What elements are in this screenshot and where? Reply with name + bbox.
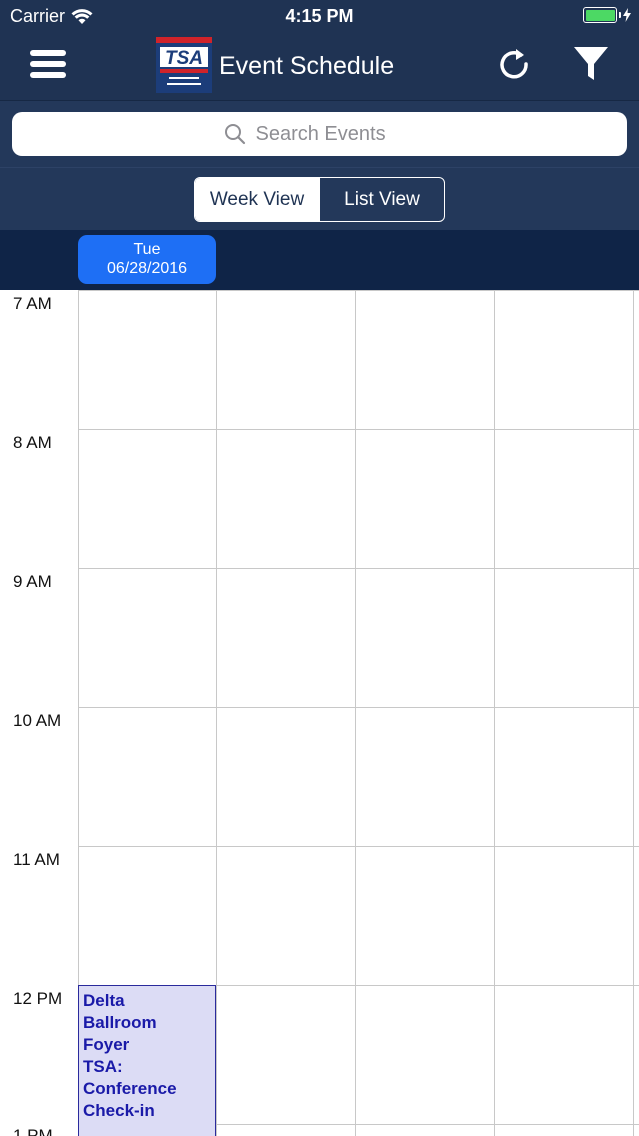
hamburger-menu-icon[interactable] xyxy=(30,50,66,80)
time-label-10am: 10 AM xyxy=(13,711,62,730)
grid-line xyxy=(494,290,495,1136)
search-input[interactable] xyxy=(255,122,416,146)
refresh-icon[interactable] xyxy=(496,46,532,82)
time-label-12pm: 12 PM xyxy=(13,989,63,1008)
grid-line xyxy=(216,290,217,1136)
status-time: 4:15 PM xyxy=(285,6,354,26)
search-bar-container xyxy=(0,100,639,167)
charging-bolt-icon xyxy=(623,8,631,22)
tsa-logo: TSA xyxy=(156,37,212,93)
navigation-bar: TSA Event Schedule xyxy=(0,34,639,100)
date-label: 06/28/2016 xyxy=(106,260,188,277)
week-view-tab[interactable]: Week View xyxy=(195,178,319,221)
time-label-11am: 11 AM xyxy=(13,850,60,869)
grid-line xyxy=(633,290,634,1136)
app-header: Carrier 4:15 PM TSA Event Schedule xyxy=(0,0,639,100)
grid-line xyxy=(355,290,356,1136)
filter-icon[interactable] xyxy=(572,44,610,84)
event-text: Delta Ballroom Foyer TSA: Conference Che… xyxy=(83,991,177,1120)
view-segmented-control: Week View List View xyxy=(194,177,445,222)
svg-text:TSA: TSA xyxy=(165,48,203,69)
list-view-tab[interactable]: List View xyxy=(319,178,444,221)
status-bar: Carrier 4:15 PM xyxy=(0,0,639,34)
battery-icon xyxy=(583,7,631,23)
calendar-slot-9am[interactable] xyxy=(79,569,216,707)
week-calendar-grid: 7 AM 8 AM 9 AM 10 AM 11 AM 12 PM 1 PM De… xyxy=(0,290,639,1136)
calendar-slot-10am[interactable] xyxy=(79,708,216,846)
selected-date-pill[interactable]: Tue 06/28/2016 xyxy=(78,235,216,284)
event-conference-check-in[interactable]: Delta Ballroom Foyer TSA: Conference Che… xyxy=(78,985,216,1136)
calendar-slot-8am[interactable] xyxy=(79,430,216,568)
time-label-1pm: 1 PM xyxy=(13,1126,53,1136)
date-header-bar: Tue 06/28/2016 xyxy=(0,230,639,290)
view-toggle-bar: Week View List View xyxy=(0,167,639,230)
date-day-label: Tue xyxy=(133,241,161,258)
time-label-8am: 8 AM xyxy=(13,433,52,452)
time-label-7am: 7 AM xyxy=(13,294,52,313)
calendar-slot-7am[interactable] xyxy=(79,291,216,429)
calendar-slot-11am[interactable] xyxy=(79,847,216,985)
time-label-9am: 9 AM xyxy=(13,572,52,591)
search-icon xyxy=(224,124,245,145)
page-title: Event Schedule xyxy=(219,52,395,80)
search-field[interactable] xyxy=(12,112,627,156)
